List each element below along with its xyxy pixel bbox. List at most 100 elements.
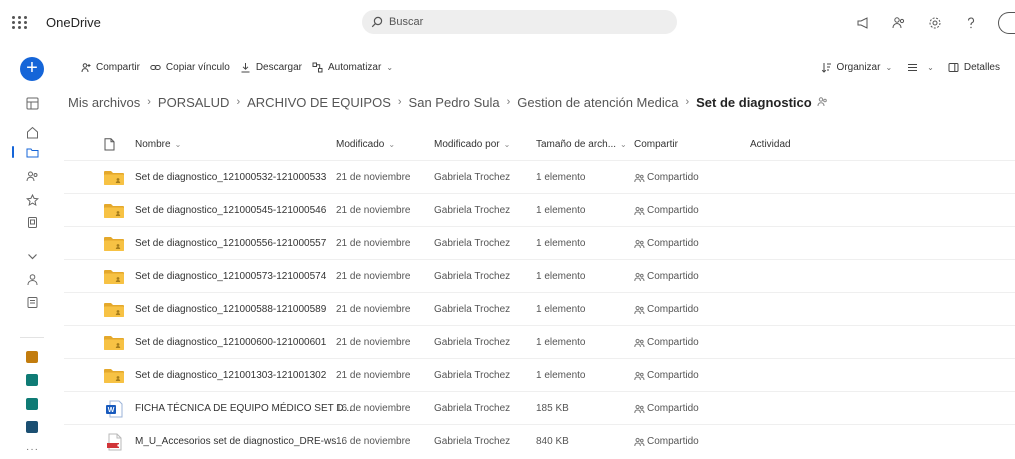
file-name-link[interactable]: FICHA TÉCNICA DE EQUIPO MÉDICO SET D... <box>135 392 352 425</box>
share-status[interactable]: Compartido <box>634 161 699 194</box>
breadcrumb-item[interactable]: Gestion de atención Medica <box>517 95 678 110</box>
table-row[interactable]: Set de diagnostico_121000588-121000589 21… <box>64 292 1015 325</box>
share-status[interactable]: Compartido <box>634 392 699 425</box>
modified-by[interactable]: Gabriela Trochez <box>434 293 510 326</box>
column-header-modified-by[interactable]: Modificado por ⌄ <box>434 128 510 160</box>
people-icon[interactable] <box>890 14 908 32</box>
file-type-header-icon[interactable] <box>104 128 115 160</box>
column-header-activity[interactable]: Actividad <box>750 128 791 160</box>
chevron-down-icon[interactable] <box>24 248 40 264</box>
app-tile-icon[interactable] <box>26 421 38 433</box>
automate-button[interactable]: Automatizar ⌄ <box>312 61 393 73</box>
details-button[interactable]: Detalles <box>948 61 1000 73</box>
column-header-modified[interactable]: Modificado ⌄ <box>336 128 395 160</box>
file-name-link[interactable]: Set de diagnostico_121001303-121001302 <box>135 359 326 392</box>
share-status[interactable]: Compartido <box>634 359 699 392</box>
file-name-link[interactable]: Set de diagnostico_121000545-121000546 <box>135 194 326 227</box>
table-row[interactable]: M_U_Accesorios set de diagnostico_DRE-ws… <box>64 424 1015 457</box>
shared-icon <box>634 305 645 315</box>
modified-by[interactable]: Gabriela Trochez <box>434 425 510 458</box>
recycle-bin-icon[interactable] <box>24 214 40 230</box>
modified-by[interactable]: Gabriela Trochez <box>434 260 510 293</box>
share-status[interactable]: Compartido <box>634 425 699 458</box>
shared-icon[interactable] <box>24 168 40 184</box>
search-icon <box>370 15 384 29</box>
details-icon <box>948 61 960 73</box>
chevron-down-icon: ⌄ <box>386 62 394 72</box>
app-tile-icon[interactable] <box>26 351 38 363</box>
table-row[interactable]: Set de diagnostico_121000532-121000533 21… <box>64 160 1015 193</box>
help-icon[interactable] <box>962 14 980 32</box>
table-row[interactable]: Set de diagnostico_121000573-121000574 21… <box>64 259 1015 292</box>
app-title[interactable]: OneDrive <box>46 15 101 30</box>
copy-link-label: Copiar vínculo <box>165 61 230 73</box>
modified-by[interactable]: Gabriela Trochez <box>434 359 510 392</box>
file-name-link[interactable]: Set de diagnostico_121000600-121000601 <box>135 326 326 359</box>
more-icon[interactable]: ··· <box>26 444 39 455</box>
column-header-size[interactable]: Tamaño de arch... ⌄ <box>536 128 627 160</box>
folder-icon[interactable] <box>24 144 40 160</box>
modified-by[interactable]: Gabriela Trochez <box>434 326 510 359</box>
app-tile-icon[interactable] <box>26 374 38 386</box>
copy-link-button[interactable]: Copiar vínculo <box>150 61 230 73</box>
modified-by[interactable]: Gabriela Trochez <box>434 194 510 227</box>
modified-by[interactable]: Gabriela Trochez <box>434 161 510 194</box>
share-status-label: Compartido <box>647 172 699 183</box>
file-size: 840 KB <box>536 436 569 447</box>
modified-by[interactable]: Gabriela Trochez <box>434 227 510 260</box>
breadcrumb-item[interactable]: San Pedro Sula <box>409 95 500 110</box>
new-icon[interactable]: + <box>20 57 44 81</box>
breadcrumb-item[interactable]: Mis archivos <box>68 95 140 110</box>
chevron-down-icon: ⌄ <box>927 62 934 72</box>
modified-date: 21 de noviembre <box>336 304 411 315</box>
share-status[interactable]: Compartido <box>634 260 699 293</box>
avatar[interactable] <box>998 12 1015 34</box>
file-size: 1 elemento <box>536 370 586 381</box>
breadcrumb: Mis archivos › PORSALUD › ARCHIVO DE EQU… <box>68 91 828 113</box>
search-box[interactable]: Buscar <box>362 10 677 34</box>
column-header-share[interactable]: Compartir <box>634 128 678 160</box>
megaphone-icon[interactable] <box>854 14 872 32</box>
breadcrumb-item[interactable]: PORSALUD <box>158 95 230 110</box>
folder-icon <box>104 171 124 185</box>
file-name-link[interactable]: Set de diagnostico_121000573-121000574 <box>135 260 326 293</box>
modified-date: 21 de noviembre <box>336 172 411 183</box>
chevron-down-icon: ⌄ <box>388 139 396 149</box>
breadcrumb-current: Set de diagnostico <box>696 94 812 110</box>
share-status-label: Compartido <box>647 370 699 381</box>
column-header-name[interactable]: Nombre ⌄ <box>135 128 181 160</box>
breadcrumb-item[interactable]: ARCHIVO DE EQUIPOS <box>247 95 391 110</box>
search-input[interactable]: Buscar <box>389 16 423 28</box>
modified-by[interactable]: Gabriela Trochez <box>434 392 510 425</box>
library-icon[interactable] <box>24 294 40 310</box>
download-button[interactable]: Descargar <box>240 61 302 73</box>
app-tile-icon[interactable] <box>26 398 38 410</box>
share-status[interactable]: Compartido <box>634 326 699 359</box>
table-row[interactable]: Set de diagnostico_121000600-121000601 21… <box>64 325 1015 358</box>
table-row[interactable]: Set de diagnostico_121000556-121000557 21… <box>64 226 1015 259</box>
file-name-link[interactable]: M_U_Accesorios set de diagnostico_DRE-ws… <box>135 425 345 458</box>
file-name-link[interactable]: Set de diagnostico_121000588-121000589 <box>135 293 326 326</box>
file-list: Nombre ⌄ Modificado ⌄ Modificado por ⌄ Tama… <box>64 128 1015 459</box>
organize-button[interactable]: Organizar ⌄ <box>821 61 892 73</box>
table-row[interactable]: Set de diagnostico_121001303-121001302 21… <box>64 358 1015 391</box>
waffle-icon[interactable] <box>12 13 30 31</box>
people-icon[interactable] <box>24 271 40 287</box>
home-icon[interactable] <box>24 124 40 140</box>
share-status[interactable]: Compartido <box>634 194 699 227</box>
settings-icon[interactable] <box>926 14 944 32</box>
library-icon[interactable] <box>24 95 40 111</box>
favorites-icon[interactable] <box>24 192 40 208</box>
file-name-link[interactable]: Set de diagnostico_121000532-121000533 <box>135 161 326 194</box>
table-row[interactable]: W FICHA TÉCNICA DE EQUIPO MÉDICO SET D...… <box>64 391 1015 424</box>
modified-date: 16 de noviembre <box>336 436 411 447</box>
view-options-button[interactable]: ⌄ <box>906 61 934 73</box>
share-status[interactable]: Compartido <box>634 293 699 326</box>
table-row[interactable]: Set de diagnostico_121000545-121000546 21… <box>64 193 1015 226</box>
file-name-link[interactable]: Set de diagnostico_121000556-121000557 <box>135 227 326 260</box>
shared-icon <box>817 95 828 110</box>
chevron-down-icon: ⌄ <box>174 139 182 149</box>
file-size: 1 elemento <box>536 172 586 183</box>
share-status[interactable]: Compartido <box>634 227 699 260</box>
share-button[interactable]: Compartir <box>80 61 140 73</box>
